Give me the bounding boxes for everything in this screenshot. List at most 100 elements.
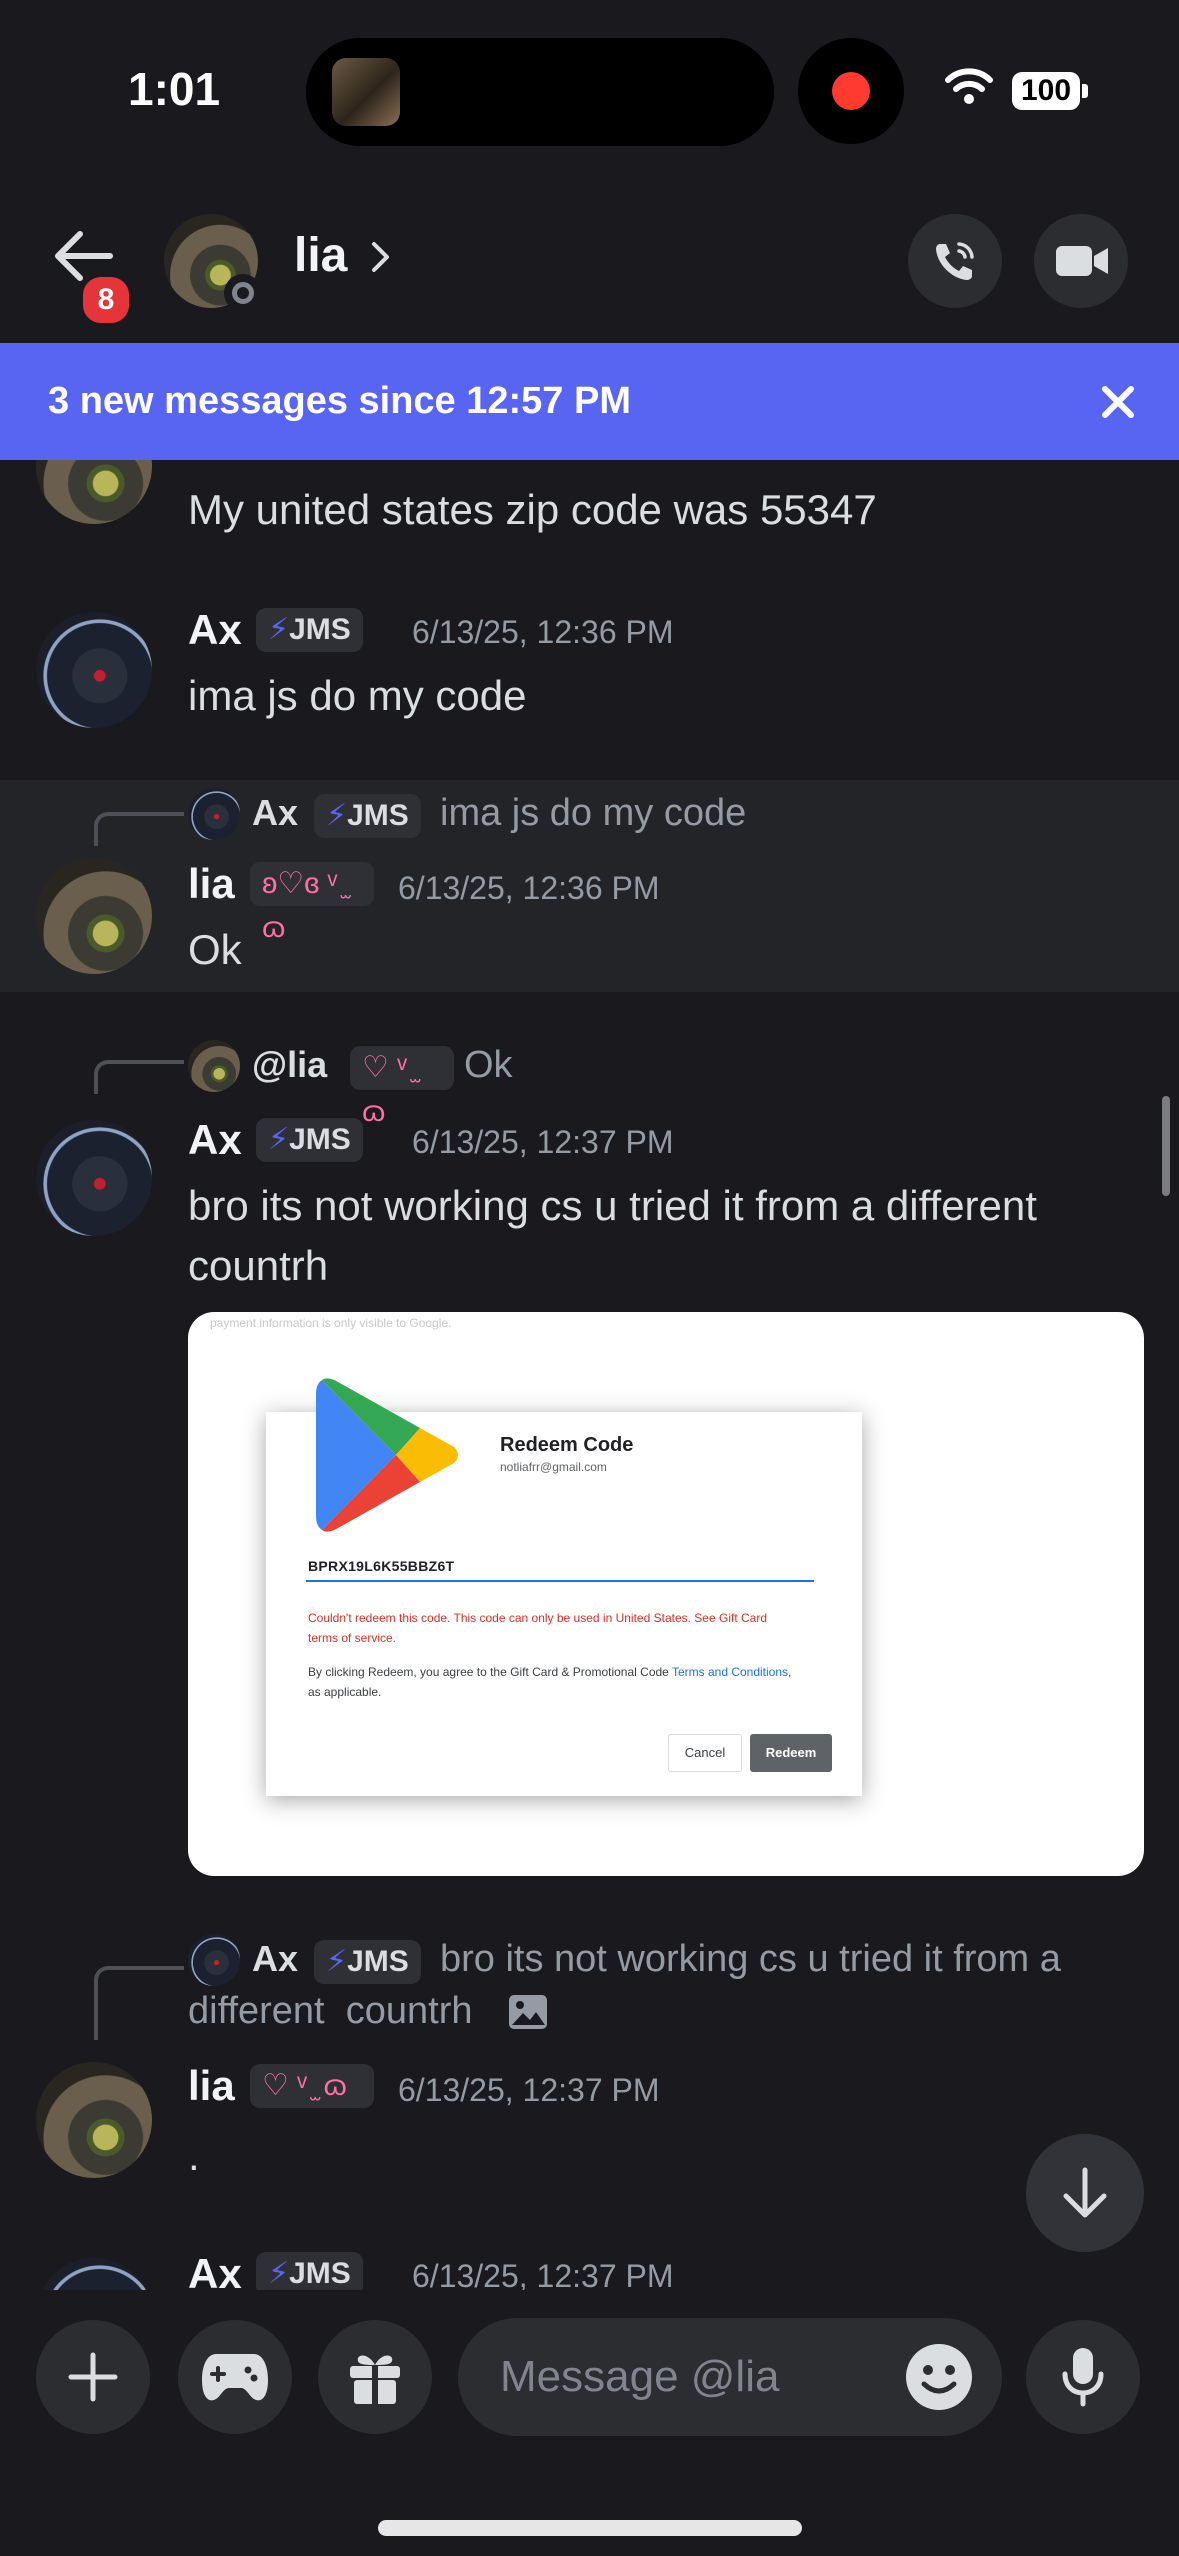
offline-status-icon: [232, 282, 254, 304]
author-name[interactable]: Ax: [188, 2250, 242, 2290]
battery-nub: [1082, 84, 1088, 98]
chevron-right-icon[interactable]: [370, 240, 392, 274]
dialog-email: notliafrr@gmail.com: [500, 1460, 607, 1474]
reply-author[interactable]: Ax: [252, 1938, 298, 1980]
close-icon[interactable]: [1100, 384, 1136, 420]
image-icon: [509, 1995, 547, 2029]
error-message: Couldn't redeem this code. This code can…: [308, 1611, 767, 1645]
user-tag-label: ♡ ᵛ ̫ ɷ: [262, 2069, 347, 2102]
lightning-icon: ⚡: [326, 1945, 348, 1978]
wifi-icon: [945, 68, 993, 104]
plus-icon: [68, 2352, 118, 2402]
google-play-logo-icon: [316, 1378, 458, 1532]
author-name[interactable]: lia: [188, 860, 235, 908]
message-text: ima js do my code: [188, 672, 527, 719]
reply-user-tag-label: JMS: [347, 799, 409, 832]
redeem-dialog: Redeem Code notliafrr@gmail.com BPRX19L6…: [266, 1378, 862, 1796]
cancel-button: Cancel: [668, 1734, 742, 1772]
terms-link: Terms and Conditions: [671, 1665, 789, 1679]
timestamp: 6/13/25, 12:37 PM: [412, 2258, 674, 2290]
timestamp: 6/13/25, 12:36 PM: [412, 614, 674, 650]
user-tag[interactable]: ⚡JMS: [256, 2252, 363, 2290]
lightning-icon: ⚡: [268, 613, 290, 646]
avatar[interactable]: [36, 460, 152, 524]
dialog-title: Redeem Code: [500, 1434, 634, 1456]
reply-preview-text[interactable]: ima js do my code: [440, 792, 746, 835]
code-input-underline: [306, 1580, 814, 1582]
user-tag-label: JMS: [289, 1123, 351, 1156]
reply-preview-text[interactable]: Ok: [464, 1044, 513, 1087]
reply-avatar: [188, 788, 240, 840]
lightning-icon: ⚡: [326, 799, 348, 832]
reply-user-tag: ⚡JMS: [314, 1940, 421, 1984]
user-tag[interactable]: ♡ ᵛ ̫ ɷ: [250, 2064, 374, 2108]
video-call-button[interactable]: [1034, 214, 1128, 308]
jump-to-bottom-button[interactable]: [1026, 2134, 1144, 2252]
emoji-icon[interactable]: [904, 2342, 974, 2412]
status-time: 1:01: [128, 63, 221, 115]
avatar[interactable]: [36, 1120, 152, 1236]
avatar[interactable]: [36, 612, 152, 728]
clipped-message-row[interactable]: Ax ⚡JMS 6/13/25, 12:37 PM: [0, 2240, 1179, 2290]
lightning-icon: ⚡: [268, 1123, 290, 1156]
microphone-icon: [1062, 2348, 1104, 2407]
activities-button[interactable]: [178, 2320, 292, 2434]
embed-top-note: payment information is only visible to G…: [210, 1316, 452, 1330]
phone-icon: [936, 242, 974, 280]
reply-connector: [94, 812, 184, 846]
image-attachment[interactable]: payment information is only visible to G…: [188, 1312, 1144, 1876]
battery-indicator: 100: [1012, 72, 1080, 110]
message-text: .: [188, 2132, 200, 2179]
terms-prefix: By clicking Redeem, you agree to the Gif…: [308, 1665, 672, 1679]
video-camera-icon: [1056, 246, 1108, 276]
avatar[interactable]: [36, 858, 152, 974]
avatar[interactable]: [36, 2258, 152, 2290]
timestamp: 6/13/25, 12:36 PM: [398, 870, 660, 906]
user-tag[interactable]: ʚ♡ɞ ᵛ ̫ ɷ: [250, 862, 374, 944]
author-name[interactable]: Ax: [188, 1116, 242, 1164]
gamepad-icon: [202, 2354, 268, 2401]
reply-avatar: [188, 1040, 240, 1092]
reply-user-tag: ♡ ᵛ ̫ ɷ: [350, 1046, 454, 1128]
user-tag[interactable]: ⚡JMS: [256, 608, 363, 652]
message-text-line: bro its not working cs u tried it from a…: [188, 1182, 1037, 1229]
contact-name[interactable]: lia: [294, 228, 347, 283]
author-name[interactable]: Ax: [188, 606, 242, 654]
avatar[interactable]: [36, 2062, 152, 2178]
now-playing-thumbnail[interactable]: [332, 58, 400, 126]
message-text-line: countrh: [188, 1242, 329, 1289]
add-attachment-button[interactable]: [36, 2320, 150, 2434]
redeem-button: Redeem: [750, 1734, 832, 1772]
user-tag[interactable]: ⚡JMS: [256, 1118, 363, 1162]
reply-avatar: [188, 1934, 240, 1986]
scrollbar[interactable]: [1162, 1096, 1170, 1196]
reply-author[interactable]: @lia: [252, 1044, 327, 1086]
unread-count-badge: 8: [78, 272, 134, 328]
timestamp: 6/13/25, 12:37 PM: [398, 2072, 660, 2108]
message-text: Ok: [188, 926, 242, 973]
terms-text: By clicking Redeem, you agree to the Gif…: [308, 1662, 798, 1702]
reply-preview-text-line[interactable]: different countrh: [188, 1990, 472, 2033]
reply-user-tag: ⚡JMS: [314, 794, 421, 838]
code-input: BPRX19L6K55BBZ6T: [308, 1558, 455, 1574]
message-text: My united states zip code was 55347: [188, 486, 877, 533]
home-indicator[interactable]: [378, 2520, 802, 2536]
author-name[interactable]: lia: [188, 2062, 235, 2110]
reply-user-tag-label: JMS: [347, 1945, 409, 1978]
timestamp: 6/13/25, 12:37 PM: [412, 1124, 674, 1160]
gift-icon: [350, 2355, 400, 2404]
new-messages-text: 3 new messages since 12:57 PM: [48, 380, 631, 422]
gift-nitro-button[interactable]: [318, 2320, 432, 2434]
reply-connector: [94, 1060, 184, 1094]
record-dot-icon: [832, 72, 870, 110]
lightning-icon: ⚡: [268, 2257, 290, 2290]
reply-connector: [94, 1966, 184, 2040]
voice-call-button[interactable]: [908, 214, 1002, 308]
reply-author[interactable]: Ax: [252, 792, 298, 834]
arrow-down-icon: [1063, 2167, 1107, 2218]
voice-message-button[interactable]: [1026, 2320, 1140, 2434]
user-tag-label: JMS: [289, 613, 351, 646]
user-tag-label: JMS: [289, 2257, 351, 2290]
reply-preview-text-line[interactable]: bro its not working cs u tried it from a: [440, 1938, 1061, 1981]
reply-user-tag-label: ♡ ᵛ ̫ ɷ: [362, 1051, 416, 1128]
